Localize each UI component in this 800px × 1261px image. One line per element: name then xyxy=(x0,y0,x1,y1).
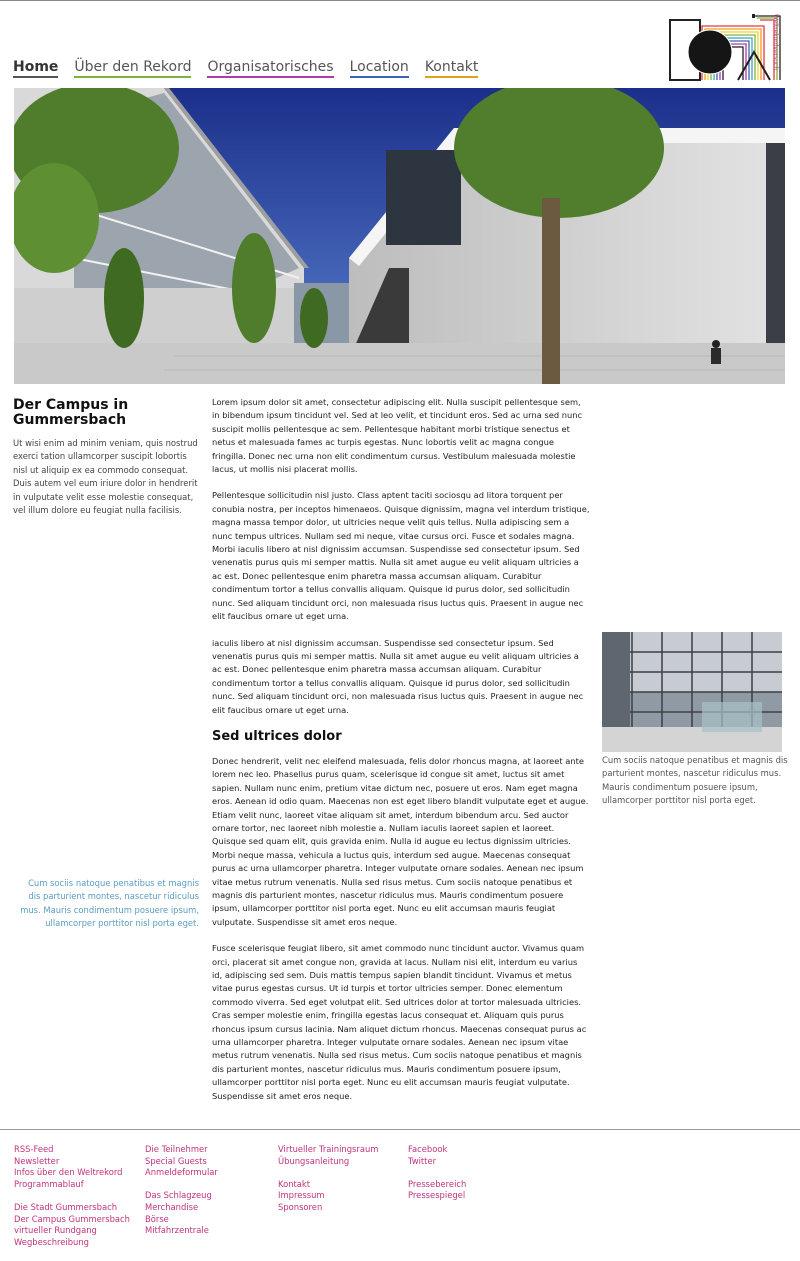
footer-divider xyxy=(0,1129,800,1130)
main-nav: Home Über den Rekord Organisatorisches L… xyxy=(13,59,494,78)
footer-spacer xyxy=(14,1190,130,1202)
footer-link[interactable]: Börse xyxy=(145,1214,218,1226)
intro-text: Ut wisi enim ad minim veniam, quis nostr… xyxy=(13,438,198,516)
nav-home[interactable]: Home xyxy=(13,59,59,78)
campus-building-photo xyxy=(14,88,785,384)
campus-interior-photo xyxy=(602,632,782,752)
paragraph: Fusce scelerisque feugiat libero, sit am… xyxy=(212,943,587,1101)
footer-link[interactable]: Facebook xyxy=(408,1144,466,1156)
hero-image xyxy=(14,88,785,384)
footer-link[interactable]: Der Campus Gummersbach xyxy=(14,1214,130,1226)
footer-link[interactable]: Übungsanleitung xyxy=(278,1156,378,1168)
footer-link[interactable]: Special Guests xyxy=(145,1156,218,1168)
footer-link[interactable]: Merchandise xyxy=(145,1202,218,1214)
paragraph: Pellentesque sollicitudin nisl justo. Cl… xyxy=(212,490,590,622)
top-border xyxy=(0,0,800,1)
footer-link[interactable]: Virtueller Trainingsraum xyxy=(278,1144,378,1156)
footer-link[interactable]: Das Schlagzeug xyxy=(145,1190,218,1202)
section-title: Der Campus in Gummersbach xyxy=(13,397,129,428)
footer-link[interactable]: Sponsoren xyxy=(278,1202,378,1214)
nav-location[interactable]: Location xyxy=(349,59,409,78)
nav-kontakt[interactable]: Kontakt xyxy=(424,59,479,78)
footer-link[interactable]: Die Stadt Gummersbach xyxy=(14,1202,130,1214)
pull-quote: Cum sociis natoque penatibus et magnis d… xyxy=(20,878,199,929)
footer-link[interactable]: Programmablauf xyxy=(14,1179,130,1191)
footer-link[interactable]: RSS-Feed xyxy=(14,1144,130,1156)
footer-spacer xyxy=(145,1179,218,1191)
footer-link[interactable]: Newsletter xyxy=(14,1156,130,1168)
footer-link[interactable]: Infos über den Weltrekord xyxy=(14,1167,130,1179)
footer-col-2: Die Teilnehmer Special Guests Anmeldefor… xyxy=(145,1144,218,1237)
logo-vertical-text: Weltrekordversuch xyxy=(772,14,779,71)
footer-link[interactable]: Wegbeschreibung xyxy=(14,1237,130,1249)
drumset-logo-icon xyxy=(669,14,781,81)
footer-link[interactable]: Pressebereich xyxy=(408,1179,466,1191)
paragraph: Quisque sed quam elit, quis gravida enim… xyxy=(212,836,584,927)
nav-ueber-den-rekord[interactable]: Über den Rekord xyxy=(74,59,192,78)
footer-link[interactable]: Pressespiegel xyxy=(408,1190,466,1202)
footer-link[interactable]: Impressum xyxy=(278,1190,378,1202)
footer-col-1: RSS-Feed Newsletter Infos über den Weltr… xyxy=(14,1144,130,1248)
paragraph: Lorem ipsum dolor sit amet, consectetur … xyxy=(212,397,583,475)
site-logo[interactable]: Weltrekordversuch xyxy=(668,12,784,84)
footer-col-4: Facebook Twitter Pressebereich Pressespi… xyxy=(408,1144,466,1202)
footer-link[interactable]: Kontakt xyxy=(278,1179,378,1191)
paragraph: Donec hendrerit, velit nec eleifend male… xyxy=(212,755,589,833)
footer-link[interactable]: virtueller Rundgang xyxy=(14,1225,130,1237)
paragraph: iaculis libero at nisl dignissim accumsa… xyxy=(212,637,584,715)
footer-link[interactable]: Twitter xyxy=(408,1156,466,1168)
campus-interior-image xyxy=(602,632,782,752)
footer-link[interactable]: Anmeldeformular xyxy=(145,1167,218,1179)
footer-col-3: Virtueller Trainingsraum Übungsanleitung… xyxy=(278,1144,378,1214)
main-content: Lorem ipsum dolor sit amet, consectetur … xyxy=(212,396,590,1103)
image-caption: Cum sociis natoque penatibus et magnis d… xyxy=(602,755,788,806)
nav-organisatorisches[interactable]: Organisatorisches xyxy=(207,59,334,78)
content-heading: Sed ultrices dolor xyxy=(212,728,342,744)
footer-link[interactable]: Die Teilnehmer xyxy=(145,1144,218,1156)
footer-link[interactable]: Mitfahrzentrale xyxy=(145,1225,218,1237)
footer-spacer xyxy=(278,1167,378,1179)
footer-spacer xyxy=(408,1167,466,1179)
